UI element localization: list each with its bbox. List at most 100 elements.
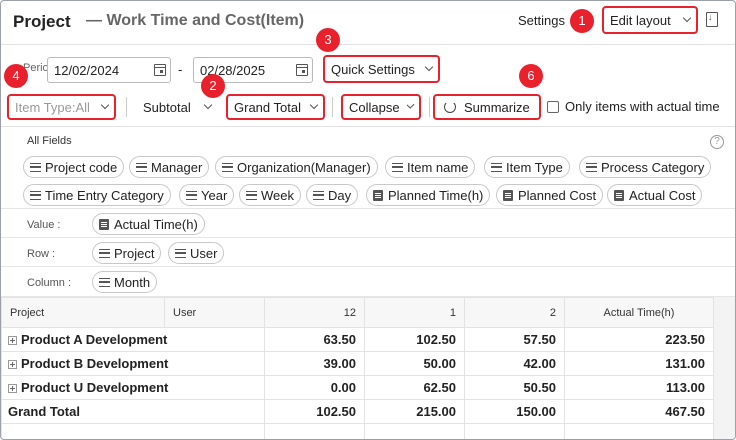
table-row: Product U Development 0.00 62.50 50.50 1… xyxy=(1,375,714,400)
field-document-icon xyxy=(614,189,624,201)
field-lines-icon xyxy=(246,190,257,200)
table-row-empty xyxy=(1,423,714,439)
column-header-month-2[interactable]: 2 xyxy=(464,297,565,328)
column-header-user[interactable]: User xyxy=(164,297,265,328)
field-chip-label: User xyxy=(190,245,218,261)
field-document-icon xyxy=(373,189,383,201)
field-lines-icon xyxy=(30,162,41,172)
field-chip-item-type[interactable]: Item Type xyxy=(484,156,570,178)
field-chip-organization[interactable]: Organization(Manager) xyxy=(215,156,378,178)
badge-6: 6 xyxy=(519,64,543,88)
grand-total-dropdown[interactable]: Grand Total xyxy=(226,94,325,120)
collapse-label: Collapse xyxy=(349,99,400,115)
field-chip-manager[interactable]: Manager xyxy=(129,156,210,178)
column-header-actual-time[interactable]: Actual Time(h) xyxy=(564,297,714,328)
row-zone-label: Row : xyxy=(27,248,56,260)
value-cell: 39.00 xyxy=(264,351,365,376)
pivot-table: Project User 12 1 2 Actual Time(h) Produ… xyxy=(1,297,714,439)
summarize-button[interactable]: Summarize xyxy=(433,94,541,120)
chevron-down-icon xyxy=(424,62,434,72)
calendar-icon[interactable] xyxy=(296,64,308,76)
column-header-month-1[interactable]: 1 xyxy=(364,297,465,328)
edit-layout-dropdown[interactable]: Edit layout xyxy=(602,6,698,34)
chevron-down-icon xyxy=(203,100,213,110)
field-chip-label: Planned Time(h) xyxy=(388,187,484,203)
field-chip-week[interactable]: Week xyxy=(239,184,301,206)
column-header-project[interactable]: Project xyxy=(1,297,165,328)
field-chip-planned-time[interactable]: Planned Time(h) xyxy=(366,184,491,206)
app-window: Project — Work Time and Cost(Item) Setti… xyxy=(0,0,736,440)
project-name: Product B Development xyxy=(21,356,169,371)
item-type-label: Item Type:All xyxy=(15,99,90,115)
field-chip-actual-cost[interactable]: Actual Cost xyxy=(607,184,703,206)
item-type-filter[interactable]: Item Type:All xyxy=(7,94,116,120)
field-chip-day[interactable]: Day xyxy=(306,184,359,206)
field-chip-label: Time Entry Category xyxy=(45,187,164,203)
row-chip-project[interactable]: Project xyxy=(92,242,162,264)
field-chip-label: Organization(Manager) xyxy=(237,159,371,175)
field-document-icon xyxy=(99,218,109,230)
project-name: Product U Development xyxy=(21,380,169,395)
grand-total-label: Grand Total xyxy=(234,99,301,115)
field-chip-time-entry-category[interactable]: Time Entry Category xyxy=(23,184,171,206)
field-chip-item-name[interactable]: Item name xyxy=(385,156,476,178)
field-chip-project-code[interactable]: Project code xyxy=(23,156,125,178)
field-lines-icon xyxy=(136,162,147,172)
table-row: Product A Development 63.50 102.50 57.50… xyxy=(1,327,714,352)
value-cell: 42.00 xyxy=(464,351,565,376)
field-lines-icon xyxy=(313,190,324,200)
field-chip-label: Actual Time(h) xyxy=(114,216,198,232)
grand-total-cell: 467.50 xyxy=(564,399,714,424)
total-cell: 113.00 xyxy=(564,375,714,400)
field-chip-label: Manager xyxy=(151,159,203,175)
grand-total-cell: 215.00 xyxy=(364,399,465,424)
value-cell: 0.00 xyxy=(264,375,365,400)
edit-layout-label: Edit layout xyxy=(610,12,671,28)
value-zone-label: Value : xyxy=(27,219,61,231)
field-chip-label: Process Category xyxy=(601,159,705,175)
field-chip-planned-cost[interactable]: Planned Cost xyxy=(496,184,604,206)
project-cell: Product U Development xyxy=(1,375,265,400)
column-header-month-12[interactable]: 12 xyxy=(264,297,365,328)
column-zone-label: Column : xyxy=(27,277,72,289)
collapse-dropdown[interactable]: Collapse xyxy=(341,94,421,120)
period-start-input[interactable]: 12/02/2024 xyxy=(47,57,171,83)
expand-icon[interactable] xyxy=(8,336,17,345)
field-lines-icon xyxy=(30,190,41,200)
total-cell: 131.00 xyxy=(564,351,714,376)
chevron-down-icon xyxy=(682,13,692,23)
settings-label: Settings xyxy=(518,13,565,28)
row-chip-user[interactable]: User xyxy=(168,242,225,264)
field-chip-year[interactable]: Year xyxy=(179,184,235,206)
badge-1: 1 xyxy=(570,9,594,33)
value-chip-actual-time[interactable]: Actual Time(h) xyxy=(92,213,205,235)
badge-4: 4 xyxy=(4,64,28,88)
field-lines-icon xyxy=(222,162,233,172)
empty-cell xyxy=(364,423,465,439)
chevron-down-icon xyxy=(309,100,319,110)
grand-total-cell: 150.00 xyxy=(464,399,565,424)
only-actual-label: Only items with actual time xyxy=(565,99,720,114)
subtotal-label: Subtotal xyxy=(143,99,191,115)
quick-settings-dropdown[interactable]: Quick Settings xyxy=(323,55,440,83)
field-chip-label: Actual Cost xyxy=(629,187,696,203)
field-chip-label: Planned Cost xyxy=(518,187,597,203)
expand-icon[interactable] xyxy=(8,360,17,369)
calendar-icon[interactable] xyxy=(154,64,166,76)
field-chip-process-category[interactable]: Process Category xyxy=(579,156,712,178)
project-name: Product A Development xyxy=(21,332,168,347)
value-cell: 50.50 xyxy=(464,375,565,400)
expand-icon[interactable] xyxy=(8,384,17,393)
field-lines-icon xyxy=(586,162,597,172)
export-icon[interactable] xyxy=(706,12,718,27)
field-chip-label: Item Type xyxy=(506,159,563,175)
period-separator: - xyxy=(178,62,183,77)
field-lines-icon xyxy=(491,162,502,172)
column-chip-month[interactable]: Month xyxy=(92,271,158,293)
divider xyxy=(126,97,127,117)
help-icon[interactable]: ? xyxy=(710,135,724,149)
field-chip-label: Day xyxy=(328,187,352,203)
only-actual-checkbox[interactable] xyxy=(547,101,559,113)
subtotal-dropdown[interactable]: Subtotal xyxy=(137,94,217,120)
field-lines-icon xyxy=(99,277,110,287)
